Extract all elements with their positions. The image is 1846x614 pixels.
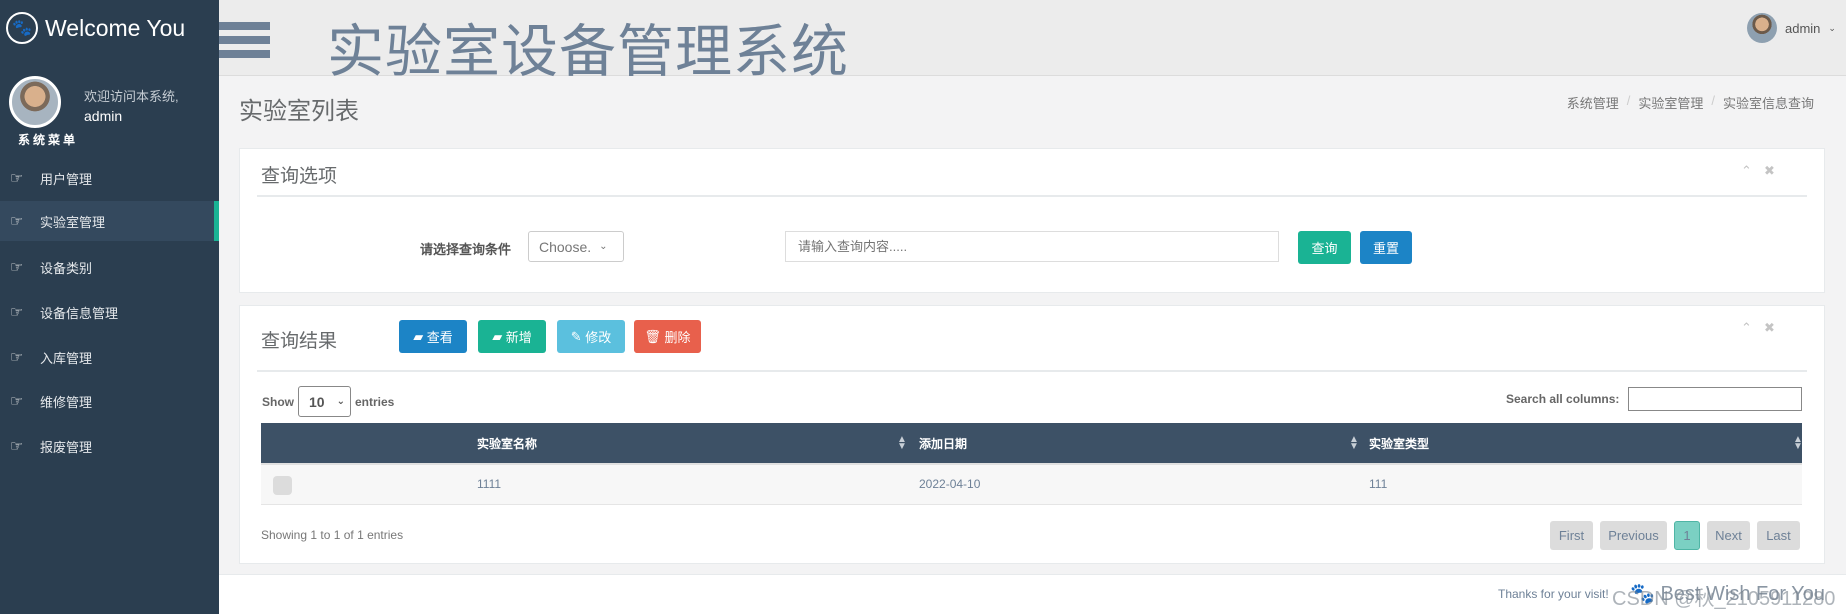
user-name: admin (1785, 20, 1821, 36)
chevron-down-icon: ⌄ (336, 396, 345, 407)
breadcrumb: 系统管理 / 实验室管理 / 实验室信息查询 (1567, 93, 1814, 112)
avatar (9, 76, 61, 128)
table-cell: 2022-04-10 (919, 477, 981, 491)
results-panel-title: 查询结果 (261, 331, 338, 352)
add-label: 新增 (505, 330, 532, 345)
query-panel-title: 查询选项 (261, 166, 338, 187)
reset-button[interactable]: 重置 (1360, 231, 1412, 264)
sidebar-item[interactable]: ☞ 用户管理 (0, 158, 219, 198)
pagination-previous[interactable]: Previous (1600, 521, 1667, 550)
menu-title: 系统菜单 (18, 133, 79, 147)
username: admin (84, 108, 123, 124)
hand-point-right-icon: ☞ (10, 304, 24, 321)
close-icon[interactable]: ✖ (1764, 163, 1775, 179)
watermark: CSDN @秋_2105911280 (1612, 588, 1836, 610)
hand-point-right-icon: ☞ (10, 393, 24, 410)
pagination-next[interactable]: Next (1707, 521, 1750, 550)
pagination-last[interactable]: Last (1757, 521, 1800, 550)
column-header[interactable]: 添加日期 (919, 435, 967, 452)
sidebar-item-label: 入库管理 (40, 350, 93, 366)
view-label: 查看 (426, 330, 453, 345)
delete-label: 删除 (664, 330, 691, 345)
page-title: 实验室列表 (239, 98, 359, 125)
trash-icon: 🗑 (644, 328, 665, 344)
divider (257, 195, 1807, 197)
table-info: Showing 1 to 1 of 1 entries (261, 528, 404, 542)
sidebar-item[interactable]: ☞ 实验室管理 (0, 201, 219, 241)
breadcrumb-separator: / (1626, 93, 1631, 108)
chevron-down-icon: ⌄ (1828, 22, 1836, 33)
page-length-select[interactable]: 10 ⌄ (298, 386, 351, 417)
hamburger-menu-icon[interactable] (219, 22, 270, 64)
sort-icon[interactable]: ▲ ▼ (1349, 435, 1359, 452)
close-icon[interactable]: ✖ (1764, 320, 1775, 336)
hand-point-right-icon: ☞ (10, 438, 24, 455)
sidebar-item-label: 设备信息管理 (40, 305, 119, 321)
sort-icon[interactable]: ▲ ▼ (897, 435, 907, 452)
length-value: 10 (309, 393, 325, 410)
user-avatar (1747, 13, 1777, 43)
sidebar-item[interactable]: ☞ 维修管理 (0, 381, 219, 421)
query-condition-select[interactable]: Choose. ⌄ (528, 231, 624, 262)
collapse-icon[interactable]: ⌃ (1741, 163, 1752, 179)
brand-text: Welcome You (45, 14, 186, 41)
sidebar-item-label: 实验室管理 (40, 214, 106, 230)
pagination-page-1[interactable]: 1 (1674, 521, 1700, 550)
column-header[interactable]: 实验室类型 (1369, 435, 1429, 452)
edit-button[interactable]: ✎ 修改 (557, 320, 625, 353)
breadcrumb-separator: / (1711, 93, 1715, 108)
query-condition-label: 请选择查询条件 (420, 242, 512, 257)
breadcrumb-item: 实验室信息查询 (1722, 96, 1814, 111)
paw-icon: 🐾 (6, 12, 38, 44)
footer-text: Thanks for your visit! (1498, 587, 1609, 601)
sidebar-item-label: 维修管理 (40, 394, 93, 410)
welcome-text: 欢迎访问本系统, (84, 89, 179, 104)
search-label: Search all columns: (1506, 392, 1620, 406)
breadcrumb-item[interactable]: 实验室管理 (1638, 93, 1703, 112)
query-panel (239, 148, 1825, 293)
sidebar-item-label: 设备类别 (40, 260, 93, 276)
table-cell: 111 (1369, 477, 1388, 491)
sidebar: 🐾 Welcome You 欢迎访问本系统, admin 系统菜单 ☞ 用户管理 ☞… (0, 0, 219, 614)
entries-label: entries (355, 394, 395, 409)
hand-point-right-icon: ☞ (10, 170, 24, 187)
edit-label: 修改 (585, 330, 612, 345)
column-header[interactable]: 实验室名称 (477, 435, 537, 452)
row-checkbox[interactable] (273, 476, 292, 495)
folder-icon: ▰ (492, 328, 506, 344)
header: 实验室设备管理系统 admin ⌄ (219, 0, 1846, 84)
show-label: Show (262, 394, 294, 409)
length-control: Show 10 ⌄ entries (262, 386, 394, 417)
delete-button[interactable]: 🗑 删除 (634, 320, 701, 353)
view-button[interactable]: ▰ 查看 (399, 320, 467, 353)
folder-icon: ▰ (413, 328, 427, 344)
collapse-icon[interactable]: ⌃ (1741, 320, 1752, 336)
sidebar-item[interactable]: ☞ 报废管理 (0, 426, 219, 466)
sidebar-item-label: 用户管理 (40, 171, 93, 187)
hand-point-right-icon: ☞ (10, 349, 24, 366)
chevron-down-icon: ⌄ (599, 241, 608, 252)
select-value: Choose. (539, 238, 592, 255)
sort-icon[interactable]: ▲ ▼ (1793, 435, 1803, 452)
search-all-columns-input[interactable] (1628, 387, 1802, 411)
query-input[interactable] (785, 231, 1279, 262)
table-cell: 1111 (477, 477, 502, 491)
sidebar-item[interactable]: ☞ 设备信息管理 (0, 292, 219, 332)
pagination-first[interactable]: First (1550, 521, 1593, 550)
sidebar-item[interactable]: ☞ 设备类别 (0, 247, 219, 287)
breadcrumb-item[interactable]: 系统管理 (1567, 93, 1619, 112)
sidebar-item-label: 报废管理 (40, 439, 93, 455)
hand-point-right-icon: ☞ (10, 259, 24, 276)
sidebar-item[interactable]: ☞ 入库管理 (0, 337, 219, 377)
add-button[interactable]: ▰ 新增 (478, 320, 546, 353)
brand: 🐾 Welcome You (6, 12, 185, 44)
system-title: 实验室设备管理系统 (327, 20, 849, 84)
user-menu[interactable]: admin ⌄ (1747, 13, 1836, 43)
pencil-icon: ✎ (570, 328, 586, 344)
search-button[interactable]: 查询 (1298, 231, 1351, 264)
divider (257, 370, 1807, 372)
hand-point-right-icon: ☞ (10, 213, 24, 230)
